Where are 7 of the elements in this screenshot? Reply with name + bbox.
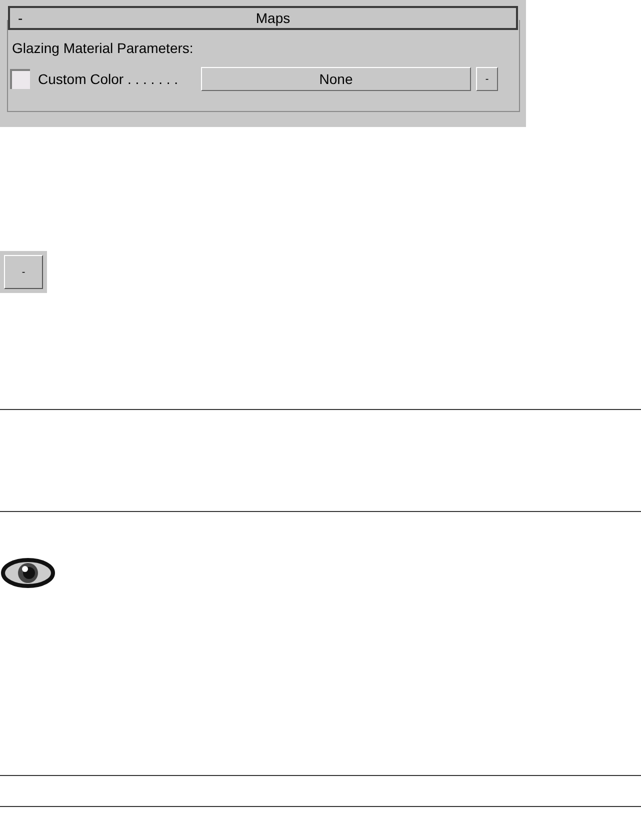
checkbox[interactable] (10, 69, 30, 89)
rollout-header[interactable]: - Maps (8, 6, 518, 30)
small-button[interactable]: - (476, 67, 498, 91)
map-button[interactable]: None (201, 67, 471, 91)
group-label: Glazing Material Parameters: (12, 39, 194, 58)
checkbox-label: Custom Color . . . . . . . (38, 70, 180, 88)
small-button[interactable]: - (0, 251, 47, 293)
